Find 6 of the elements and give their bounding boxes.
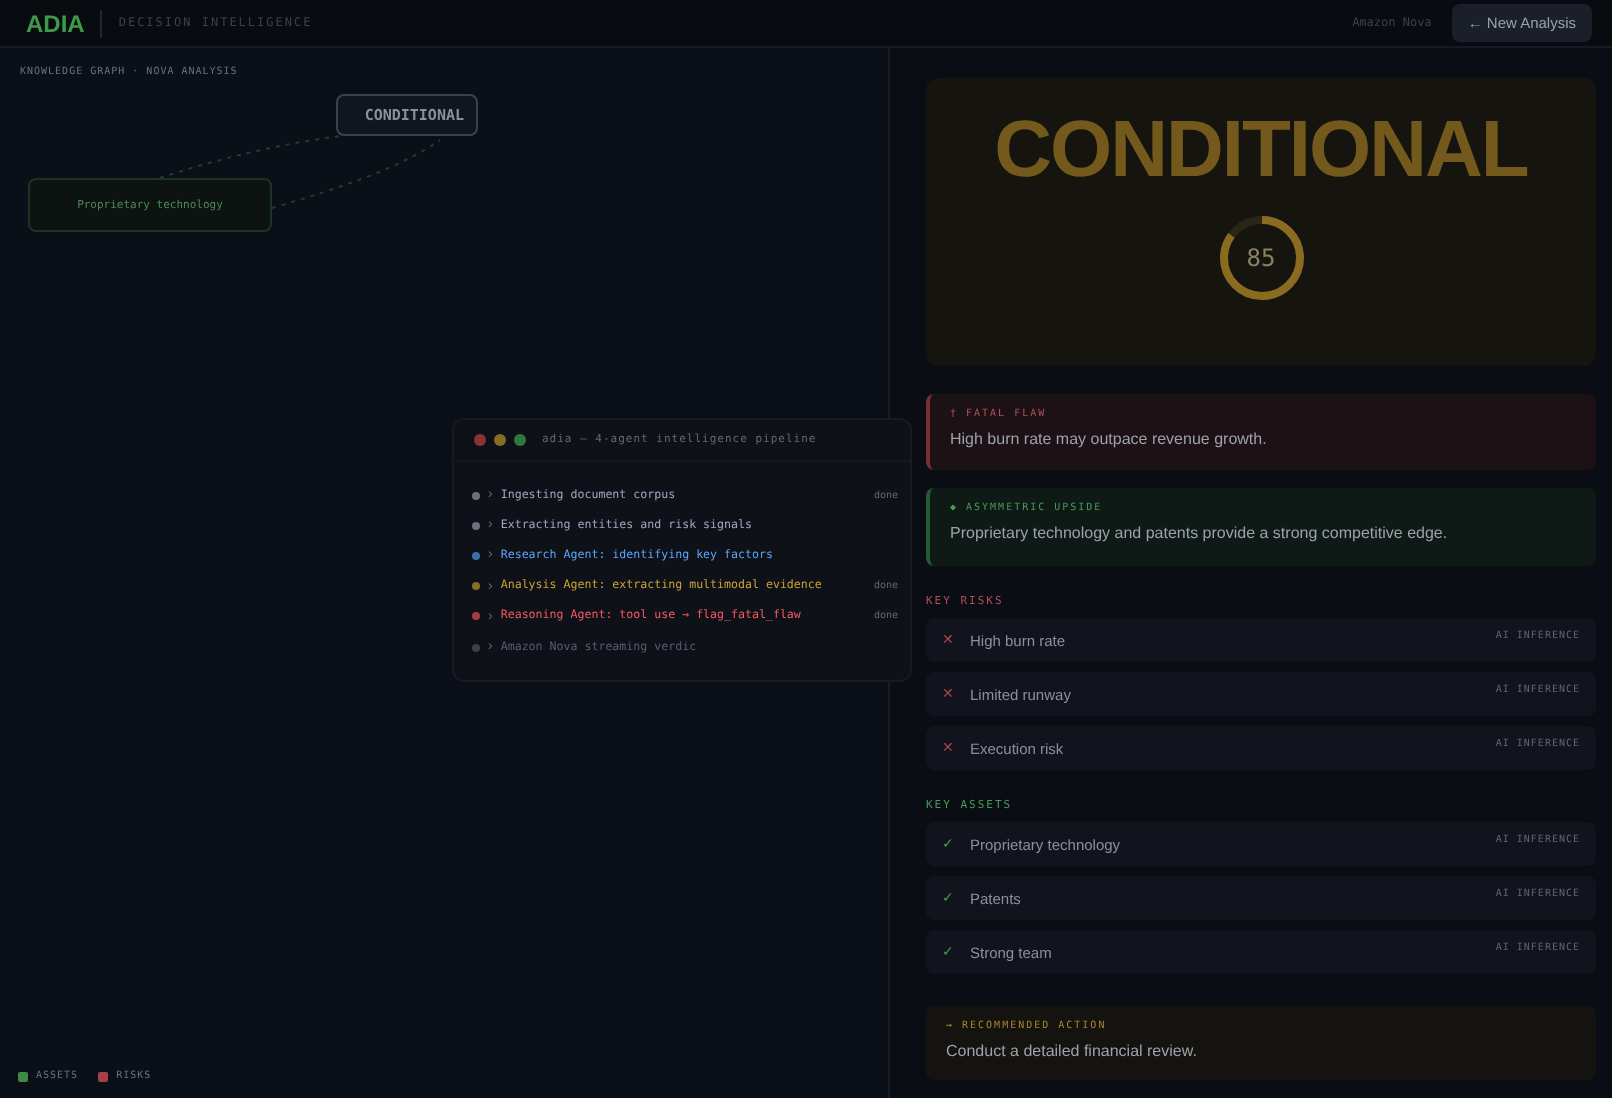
callout-text: High burn rate may outpace revenue growth.: [950, 430, 1269, 448]
score-value: 85: [1246, 244, 1276, 272]
callout-text: Conduct a detailed financial review.: [946, 1042, 1199, 1060]
logo-text: ADIA: [26, 9, 103, 37]
callout-text: Proprietary technology and patents provide a strong competitive edge.: [950, 524, 1450, 542]
verdict-label: CONDITIONAL: [994, 106, 1528, 194]
